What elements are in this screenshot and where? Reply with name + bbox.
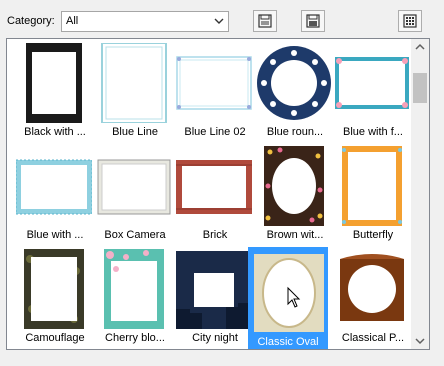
city-night-thumbnail: [176, 251, 252, 329]
gallery-item[interactable]: Blue Line: [95, 41, 173, 141]
gallery-item[interactable]: Butterfly: [333, 144, 411, 244]
item-label: Brown wit...: [266, 229, 324, 241]
blue-with-flowers-thumbnail: [335, 57, 409, 109]
item-label: Blue Line: [112, 126, 158, 138]
item-label: City night: [192, 332, 238, 344]
classical-thumbnail: [340, 254, 404, 321]
blue-line-02-thumbnail: [176, 56, 252, 110]
black-frame-thumbnail: [26, 43, 82, 123]
chevron-down-icon: [214, 18, 224, 24]
gallery-item[interactable]: Brick: [175, 144, 253, 244]
gallery-item[interactable]: City night: [175, 247, 253, 347]
item-label: Classical P...: [341, 332, 405, 344]
category-label: Category:: [7, 15, 55, 27]
brick-thumbnail: [176, 160, 252, 214]
item-label: Box Camera: [104, 229, 166, 241]
gallery-item[interactable]: Camouflage: [15, 247, 93, 347]
gallery-item-selected[interactable]: Classic Oval: [248, 247, 328, 349]
item-label: Brick: [202, 229, 228, 241]
camouflage-thumbnail: [24, 249, 84, 329]
scroll-up-icon[interactable]: [411, 39, 429, 56]
scrollbar-thumb[interactable]: [413, 73, 427, 103]
gallery-item[interactable]: Blue with f...: [333, 41, 411, 141]
classic-oval-thumbnail: [254, 254, 324, 332]
item-label: Blue roun...: [266, 126, 324, 138]
item-label: Blue with f...: [343, 126, 403, 138]
gallery-item[interactable]: Blue with ...: [15, 144, 93, 244]
frame-gallery: Black with ... Blue Line Blue Line 02 Bl…: [6, 38, 430, 350]
item-label: Butterfly: [352, 229, 394, 241]
item-label: Classic Oval: [248, 336, 328, 348]
gallery-item[interactable]: Brown wit...: [255, 144, 333, 244]
gallery-item[interactable]: Blue roun...: [255, 41, 333, 141]
toolbar: Category: All: [0, 0, 444, 38]
gallery-item[interactable]: Blue Line 02: [175, 41, 253, 141]
butterfly-thumbnail: [342, 146, 402, 226]
gallery-item[interactable]: Classical P...: [333, 247, 411, 347]
gallery-item[interactable]: Cherry blo...: [95, 247, 173, 347]
item-label: Black with ...: [24, 126, 86, 138]
gallery-item[interactable]: Black with ...: [15, 41, 93, 141]
save-layout-icon: [258, 14, 272, 28]
blue-line-thumbnail: [101, 43, 167, 123]
open-layout-icon: [306, 14, 320, 28]
scroll-down-icon[interactable]: [411, 332, 429, 349]
box-camera-thumbnail: [97, 159, 171, 215]
item-label: Camouflage: [25, 332, 85, 344]
open-layout-button[interactable]: [301, 10, 325, 32]
cherry-blossom-thumbnail: [104, 249, 164, 329]
vertical-scrollbar[interactable]: [411, 39, 429, 349]
category-dropdown[interactable]: All: [61, 11, 229, 32]
blue-round-thumbnail: [257, 46, 331, 120]
grid-view-button[interactable]: [398, 10, 422, 32]
item-label: Blue Line 02: [184, 126, 246, 138]
category-value: All: [66, 15, 79, 27]
blue-with-stripes-thumbnail: [16, 159, 92, 215]
brown-with-flowers-thumbnail: [264, 146, 324, 226]
gallery-item[interactable]: Box Camera: [95, 144, 173, 244]
item-label: Cherry blo...: [105, 332, 165, 344]
grid-view-icon: [403, 14, 417, 28]
item-label: Blue with ...: [26, 229, 84, 241]
save-layout-button[interactable]: [253, 10, 277, 32]
